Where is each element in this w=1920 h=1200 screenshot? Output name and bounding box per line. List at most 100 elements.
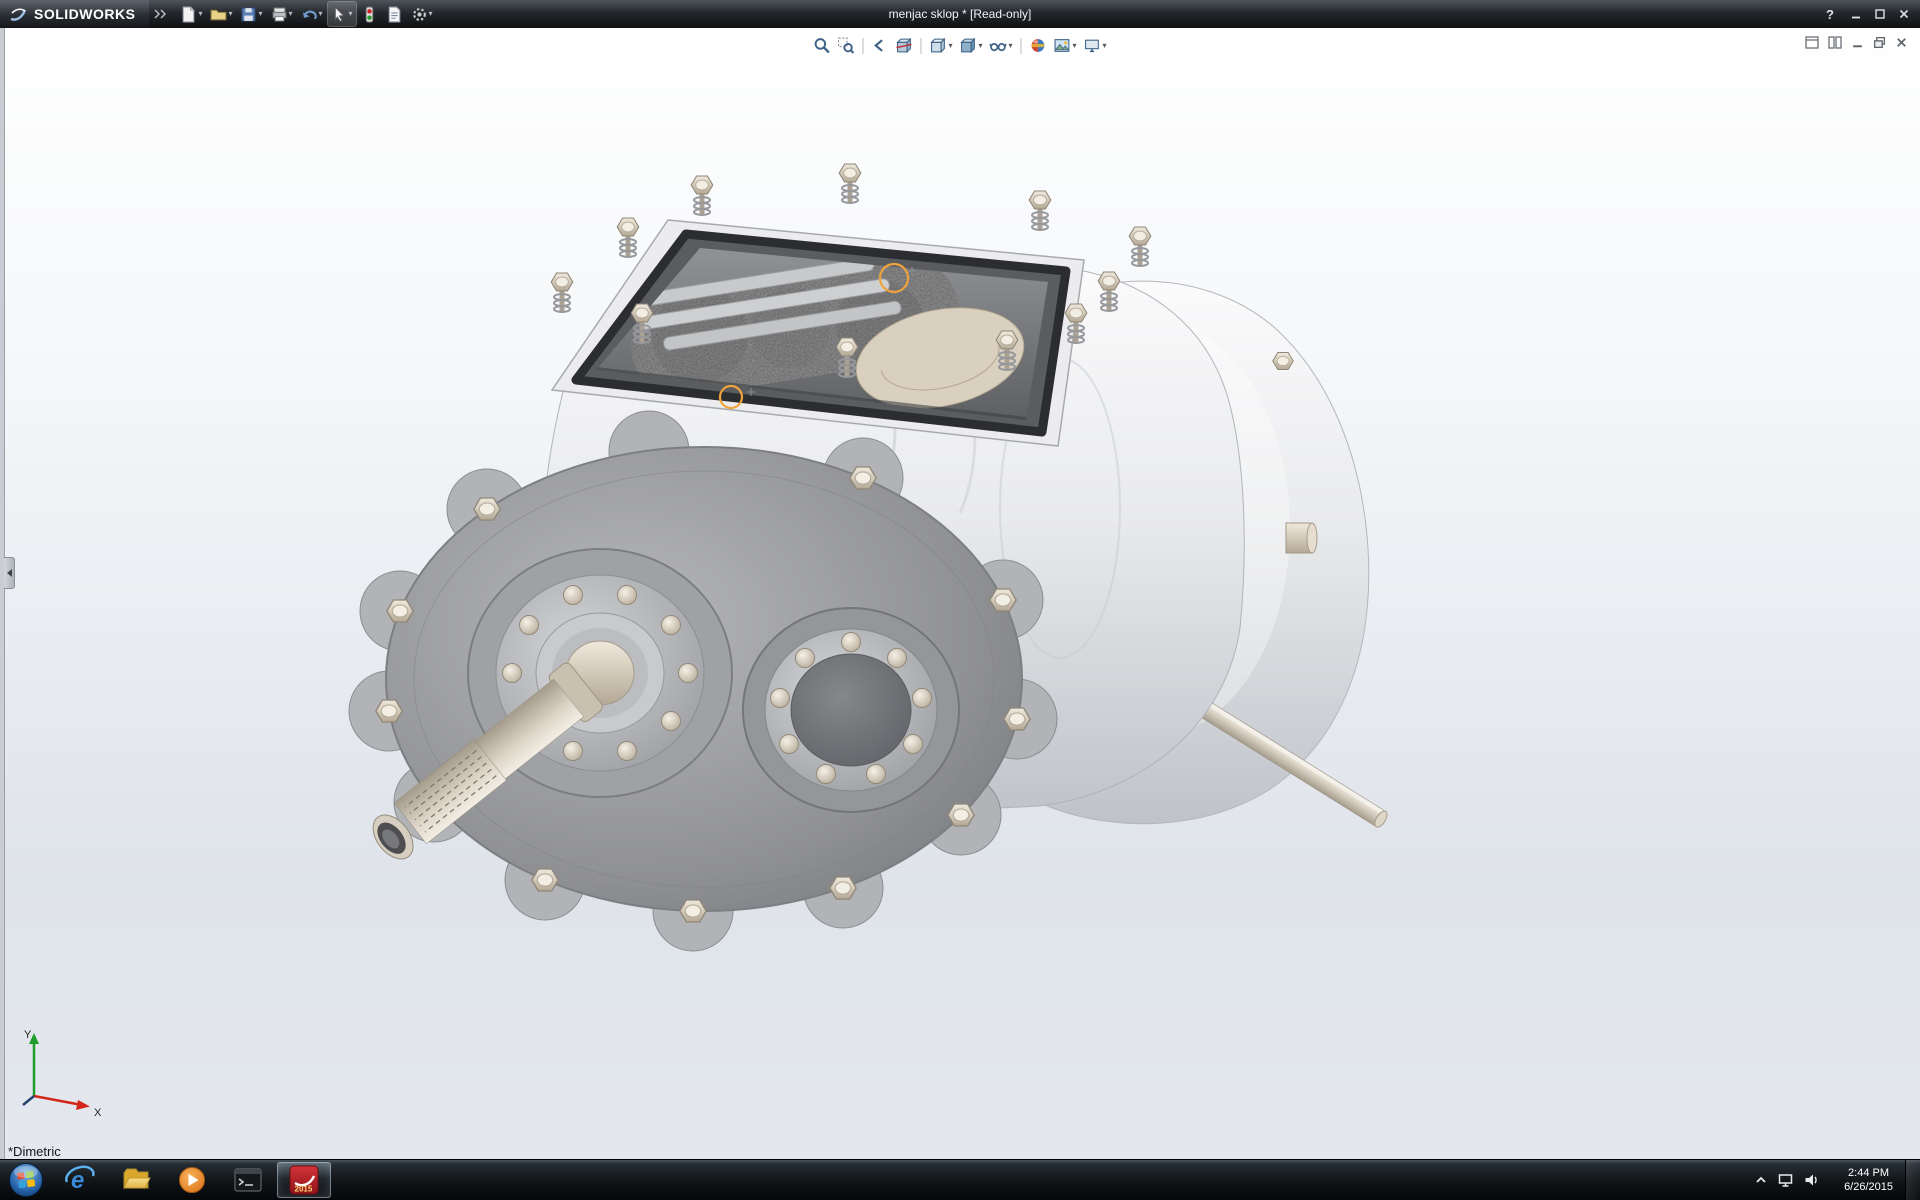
toolbar-separator (862, 38, 863, 54)
rebuild-icon (361, 6, 378, 23)
featuremanager-collapsed-panel (0, 28, 5, 1160)
solidworks-logo: SOLIDWORKS (0, 0, 149, 28)
collapse-arrow-icon (7, 569, 12, 577)
graphics-viewport[interactable]: ▾ ▾ ▾ (0, 28, 1920, 1160)
taskbar-item-solidworks-2015[interactable]: 2015 (277, 1162, 331, 1198)
show-desktop-button[interactable] (1905, 1160, 1920, 1200)
model-canvas[interactable] (0, 28, 1920, 1160)
triad-x-label: X (94, 1107, 102, 1118)
document-restore-button[interactable] (1873, 36, 1886, 49)
print-button[interactable]: ▾ (268, 2, 296, 26)
dropdown-caret-icon: ▾ (319, 10, 323, 18)
document-window-controls (1805, 36, 1908, 49)
view-orientation-button[interactable]: ▾ (927, 35, 954, 56)
taskbar-item-internet-explorer[interactable]: e (53, 1162, 107, 1198)
dropdown-caret-icon: ▾ (429, 10, 433, 18)
edit-appearance-button[interactable] (1028, 35, 1049, 56)
dropdown-caret-icon: ▾ (228, 10, 232, 18)
previous-view-button[interactable] (869, 35, 890, 56)
new-document-button[interactable]: ▾ (177, 2, 205, 26)
display-style-button[interactable]: ▾ (957, 35, 984, 56)
windows-start-orb-icon (7, 1161, 45, 1199)
network-icon[interactable] (1777, 1172, 1794, 1188)
taskbar-item-media-player[interactable] (165, 1162, 219, 1198)
titlebar: SOLIDWORKS ▾ ▾ (0, 0, 1920, 28)
hide-show-items-button[interactable]: ▾ (987, 35, 1014, 56)
taskbar-item-command-prompt[interactable] (221, 1162, 275, 1198)
zoom-to-fit-button[interactable] (811, 35, 832, 56)
solidworks-app-icon: 2015 (288, 1164, 320, 1196)
secondary-bearing-hub (743, 608, 959, 812)
minimize-button[interactable] (1850, 8, 1862, 20)
dropdown-caret-icon: ▾ (978, 42, 982, 50)
toolbar-overflow-icon[interactable] (153, 8, 167, 20)
view-orientation-icon (929, 37, 946, 54)
taskbar-clock[interactable]: 2:44 PM 6/26/2015 (1832, 1160, 1905, 1200)
right-end-stub (1286, 523, 1317, 553)
options-gear-icon (411, 6, 428, 23)
clock-time: 2:44 PM (1848, 1166, 1889, 1180)
tray-expand-button[interactable] (1754, 1174, 1768, 1186)
select-button[interactable]: ▾ (328, 2, 356, 26)
taskbar-item-windows-explorer[interactable] (109, 1162, 163, 1198)
view-settings-icon (1084, 37, 1101, 54)
file-properties-icon (386, 6, 403, 23)
section-view-icon (895, 37, 912, 54)
display-style-icon (959, 37, 976, 54)
document-minimize-button[interactable] (1851, 36, 1864, 49)
toolbar-separator (1021, 38, 1022, 54)
save-icon (240, 6, 257, 23)
zoom-to-area-button[interactable] (835, 35, 856, 56)
dassault-systemes-logo-icon (8, 4, 28, 24)
view-settings-button[interactable]: ▾ (1082, 35, 1109, 56)
open-document-button[interactable]: ▾ (207, 2, 235, 26)
view-orientation-label: *Dimetric (8, 1144, 61, 1159)
orientation-triad: Y X (14, 1026, 114, 1118)
dropdown-caret-icon: ▾ (198, 10, 202, 18)
heads-up-view-toolbar: ▾ ▾ ▾ (805, 33, 1114, 58)
zoom-to-fit-icon (813, 37, 830, 54)
taskbar: e (0, 1159, 1920, 1200)
tile-windows-button[interactable] (1828, 36, 1842, 49)
save-button[interactable]: ▾ (237, 2, 265, 26)
dropdown-caret-icon: ▾ (258, 10, 262, 18)
file-properties-button[interactable] (383, 2, 406, 26)
folder-icon (120, 1164, 152, 1196)
section-view-button[interactable] (893, 35, 914, 56)
maximize-button[interactable] (1874, 8, 1886, 20)
gearbox-model (349, 164, 1391, 951)
new-document-icon (180, 6, 197, 23)
featuremanager-collapsed-tab[interactable] (4, 557, 15, 589)
zoom-to-area-icon (837, 37, 854, 54)
edit-appearance-ball-icon (1030, 37, 1047, 54)
apply-scene-button[interactable]: ▾ (1052, 35, 1079, 56)
volume-icon[interactable] (1803, 1172, 1820, 1188)
start-button[interactable] (1, 1162, 51, 1198)
logo-text: SOLIDWORKS (34, 6, 135, 22)
solidworks-version-badge: 2015 (295, 1185, 313, 1194)
hide-show-items-glasses-icon (989, 37, 1006, 54)
dropdown-caret-icon: ▾ (289, 10, 293, 18)
help-button[interactable]: ? (1822, 7, 1838, 22)
undo-icon (301, 6, 318, 23)
toolbar-separator (920, 38, 921, 54)
titlebar-controls: ? (1822, 7, 1920, 22)
document-close-button[interactable] (1895, 36, 1908, 49)
options-button[interactable]: ▾ (408, 2, 436, 26)
command-prompt-icon (232, 1164, 264, 1196)
print-icon (271, 6, 288, 23)
close-button[interactable] (1898, 8, 1910, 20)
undo-button[interactable]: ▾ (298, 2, 326, 26)
previous-view-icon (871, 37, 888, 54)
new-window-button[interactable] (1805, 36, 1819, 49)
solidworks-window: SOLIDWORKS ▾ ▾ (0, 0, 1920, 1200)
open-document-icon (210, 6, 227, 23)
internet-explorer-icon: e (64, 1164, 96, 1196)
dropdown-caret-icon: ▾ (349, 10, 353, 18)
rebuild-button[interactable] (358, 2, 381, 26)
dropdown-caret-icon: ▾ (1008, 42, 1012, 50)
dropdown-caret-icon: ▾ (1073, 42, 1077, 50)
media-player-icon (176, 1164, 208, 1196)
clock-date: 6/26/2015 (1844, 1180, 1893, 1194)
dropdown-caret-icon: ▾ (1103, 42, 1107, 50)
